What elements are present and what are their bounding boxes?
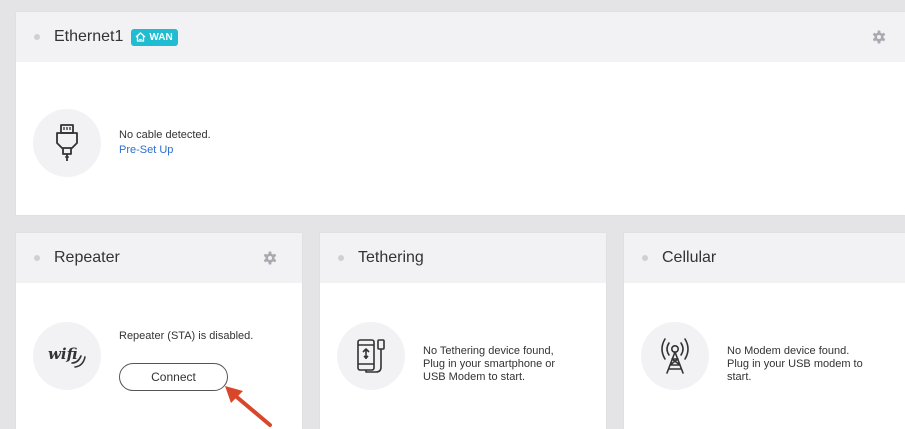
home-icon: [135, 32, 146, 42]
tethering-message-line-3: USB Modem to start.: [423, 371, 526, 383]
gear-icon[interactable]: [262, 250, 278, 266]
status-dot: [34, 34, 40, 40]
wan-badge: WAN: [131, 28, 178, 46]
status-dot: [338, 255, 344, 261]
repeater-card: Repeater wifi Repeater (STA) is disabled…: [16, 233, 302, 429]
repeater-message: Repeater (STA) is disabled.: [119, 330, 254, 342]
repeater-icon-circle: wifi: [33, 322, 101, 390]
tethering-icon-circle: [337, 322, 405, 390]
gear-icon[interactable]: [871, 29, 887, 45]
phone-usb-icon: [357, 339, 385, 373]
wan-badge-label: WAN: [149, 31, 173, 43]
ethernet-icon-circle: [33, 109, 101, 177]
cellular-card: Cellular No Modem device found. Plug in …: [624, 233, 905, 429]
tethering-title: Tethering: [358, 249, 424, 266]
repeater-title: Repeater: [54, 249, 120, 266]
status-dot: [34, 255, 40, 261]
ethernet-card: Ethernet1 WAN No cable detected. Pre-Set…: [16, 12, 905, 215]
cellular-message: No Modem device found. Plug in your USB …: [727, 345, 863, 384]
pre-set-up-link[interactable]: Pre-Set Up: [119, 144, 211, 157]
ethernet-message: No cable detected.: [119, 129, 211, 141]
tethering-message: No Tethering device found, Plug in your …: [423, 345, 555, 384]
svg-text:wifi: wifi: [48, 345, 78, 363]
tethering-card-header: Tethering: [320, 233, 606, 283]
wifi-icon: wifi: [48, 345, 86, 368]
cellular-message-line-2: Plug in your USB modem to: [727, 358, 863, 370]
status-dot: [642, 255, 648, 261]
ethernet-card-header: Ethernet1 WAN: [16, 12, 905, 62]
cellular-icon-circle: [641, 322, 709, 390]
tethering-card: Tethering No Tethering device found, Plu…: [320, 233, 606, 429]
cell-tower-icon: [661, 338, 689, 374]
connect-button[interactable]: Connect: [119, 363, 228, 391]
ethernet-title: Ethernet1: [54, 28, 124, 45]
repeater-card-header: Repeater: [16, 233, 302, 283]
cellular-message-line-3: start.: [727, 371, 752, 383]
ethernet-plug-icon: [56, 124, 78, 161]
annotation-arrow: [225, 386, 272, 427]
tethering-message-line-2: Plug in your smartphone or: [423, 358, 556, 370]
ethernet-status: No cable detected. Pre-Set Up: [119, 129, 211, 157]
cellular-title: Cellular: [662, 249, 717, 266]
tethering-message-line-1: No Tethering device found,: [423, 345, 554, 357]
cellular-card-header: Cellular: [624, 233, 905, 283]
cellular-message-line-1: No Modem device found.: [727, 345, 850, 357]
